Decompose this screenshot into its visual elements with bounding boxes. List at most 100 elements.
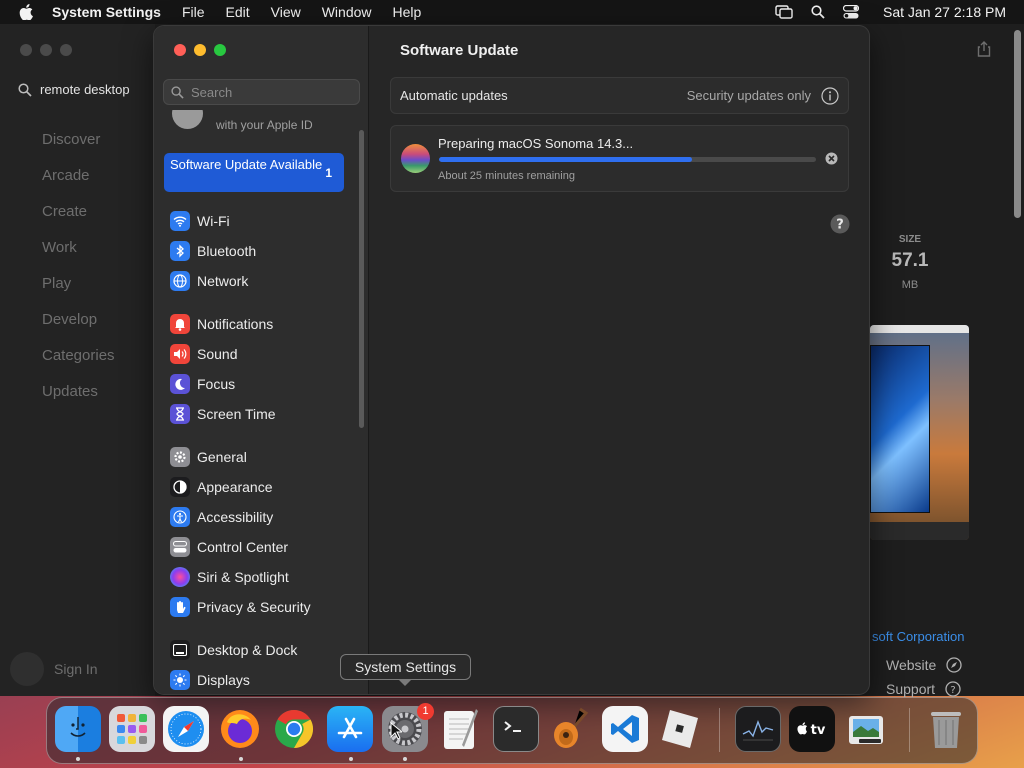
dock-finder[interactable] xyxy=(55,706,101,752)
app-store-nav-discover[interactable]: Discover xyxy=(42,131,100,148)
menu-view[interactable]: View xyxy=(271,4,301,20)
screenshot-taskbar xyxy=(870,522,969,540)
apple-tv-icon: tv xyxy=(797,722,826,738)
hand-icon xyxy=(170,597,190,617)
compass-icon xyxy=(946,657,962,673)
sidebar-item-label: General xyxy=(197,449,247,465)
apple-id-item[interactable]: with your Apple ID xyxy=(172,110,352,134)
screenshot-menu-bar xyxy=(870,325,969,333)
sidebar-item-wifi[interactable]: Wi-Fi xyxy=(170,210,230,232)
cancel-update-icon[interactable] xyxy=(825,152,838,165)
app-screenshot[interactable] xyxy=(870,325,969,540)
software-update-pane: Software Update Automatic updates Securi… xyxy=(370,26,869,694)
zoom-button[interactable] xyxy=(214,44,226,56)
page-title: Software Update xyxy=(400,42,519,59)
menu-bar-clock[interactable]: Sat Jan 27 2:18 PM xyxy=(883,4,1006,20)
menu-app-name[interactable]: System Settings xyxy=(52,4,161,20)
sidebar-item-siri-spotlight[interactable]: Siri & Spotlight xyxy=(170,566,289,588)
share-icon[interactable] xyxy=(977,41,991,57)
sidebar-item-bluetooth[interactable]: Bluetooth xyxy=(170,240,256,262)
dock-trash[interactable] xyxy=(923,706,969,752)
control-center-icon[interactable] xyxy=(843,5,860,19)
app-store-nav-develop[interactable]: Develop xyxy=(42,311,97,328)
developer-link[interactable]: soft Corporation xyxy=(872,629,965,644)
app-store-nav-arcade[interactable]: Arcade xyxy=(42,167,90,184)
search-icon xyxy=(171,85,184,99)
sidebar-scrollbar[interactable] xyxy=(359,130,364,428)
sidebar-item-network[interactable]: Network xyxy=(170,270,248,292)
app-store-sign-in[interactable]: Sign In xyxy=(10,652,98,686)
info-icon[interactable] xyxy=(821,86,839,105)
app-store-zoom-button[interactable] xyxy=(60,44,72,56)
app-store-nav-play[interactable]: Play xyxy=(42,275,71,292)
dock-textedit[interactable] xyxy=(437,706,483,752)
dock-firefox[interactable] xyxy=(217,706,263,752)
sidebar-item-screen-time[interactable]: Screen Time xyxy=(170,403,276,425)
dock-apple-tv[interactable]: tv xyxy=(789,706,835,752)
mouse-cursor xyxy=(390,722,402,740)
wifi-icon xyxy=(170,211,190,231)
menu-file[interactable]: File xyxy=(182,4,205,20)
settings-search-input[interactable]: Search xyxy=(163,79,360,105)
website-link[interactable]: Website xyxy=(886,657,962,673)
sidebar-item-label: Network xyxy=(197,273,249,289)
sidebar-item-displays[interactable]: Displays xyxy=(170,669,250,691)
help-button[interactable]: ? xyxy=(830,214,850,234)
apple-id-subtitle: with your Apple ID xyxy=(216,118,313,132)
sidebar-item-general[interactable]: General xyxy=(170,446,247,468)
sidebar-item-focus[interactable]: Focus xyxy=(170,373,235,395)
vscode-icon xyxy=(611,715,639,743)
sidebar-item-desktop-dock[interactable]: Desktop & Dock xyxy=(170,639,297,661)
sidebar-item-control-center[interactable]: Control Center xyxy=(170,536,288,558)
menu-help[interactable]: Help xyxy=(393,4,422,20)
dock-chrome[interactable] xyxy=(271,706,317,752)
app-store-nav-updates[interactable]: Updates xyxy=(42,383,98,400)
dock-roblox[interactable] xyxy=(656,706,702,752)
sun-icon xyxy=(170,670,190,690)
update-name: Preparing macOS Sonoma 14.3... xyxy=(438,136,634,151)
app-store-search-value: remote desktop xyxy=(40,82,130,97)
apple-icon[interactable] xyxy=(0,4,52,20)
dock-preview[interactable] xyxy=(843,706,889,752)
sidebar-item-accessibility[interactable]: Accessibility xyxy=(170,506,273,528)
dock-terminal[interactable] xyxy=(493,706,539,752)
system-settings-window: Search with your Apple ID Software Updat… xyxy=(154,26,869,694)
chrome-icon xyxy=(275,709,314,749)
menu-edit[interactable]: Edit xyxy=(226,4,250,20)
dock-vscode[interactable] xyxy=(602,706,648,752)
automatic-updates-row[interactable]: Automatic updates Security updates only xyxy=(390,77,849,114)
app-size-value: 57.1 xyxy=(891,250,929,271)
app-store-search-field[interactable]: remote desktop xyxy=(18,82,130,97)
sidebar-item-label: Screen Time xyxy=(197,406,276,422)
sidebar-item-label: Software Update Available xyxy=(170,157,323,172)
minimize-button[interactable] xyxy=(194,44,206,56)
app-store-nav-work[interactable]: Work xyxy=(42,239,77,256)
app-store-minimize-button[interactable] xyxy=(40,44,52,56)
menu-window[interactable]: Window xyxy=(322,4,372,20)
dock-safari[interactable] xyxy=(163,706,209,752)
running-indicator xyxy=(349,757,353,761)
spotlight-search-icon[interactable] xyxy=(811,5,825,19)
sidebar-item-sound[interactable]: Sound xyxy=(170,343,237,365)
dock-activity-monitor[interactable] xyxy=(735,706,781,752)
app-store-scrollbar[interactable] xyxy=(1014,30,1021,218)
dock-launchpad[interactable] xyxy=(109,706,155,752)
sidebar-item-appearance[interactable]: Appearance xyxy=(170,476,273,498)
sidebar-item-privacy-security[interactable]: Privacy & Security xyxy=(170,596,311,618)
sidebar-item-software-update[interactable]: Software Update Available 1 xyxy=(164,153,344,192)
sidebar-item-label: Bluetooth xyxy=(197,243,257,259)
app-store-nav-categories[interactable]: Categories xyxy=(42,347,115,364)
app-store-close-button[interactable] xyxy=(20,44,32,56)
dock-garageband[interactable] xyxy=(547,706,593,752)
screenshot-remote-window xyxy=(870,345,930,513)
sidebar-item-label: Displays xyxy=(197,672,250,688)
running-indicator xyxy=(403,757,407,761)
dock-app-store[interactable] xyxy=(327,706,373,752)
app-store-nav-create[interactable]: Create xyxy=(42,203,87,220)
sidebar-item-notifications[interactable]: Notifications xyxy=(170,313,273,335)
close-button[interactable] xyxy=(174,44,186,56)
support-link[interactable]: Support ? xyxy=(886,681,961,697)
screen-mirroring-icon[interactable] xyxy=(775,5,793,19)
gear-icon xyxy=(170,447,190,467)
running-indicator xyxy=(76,757,80,761)
